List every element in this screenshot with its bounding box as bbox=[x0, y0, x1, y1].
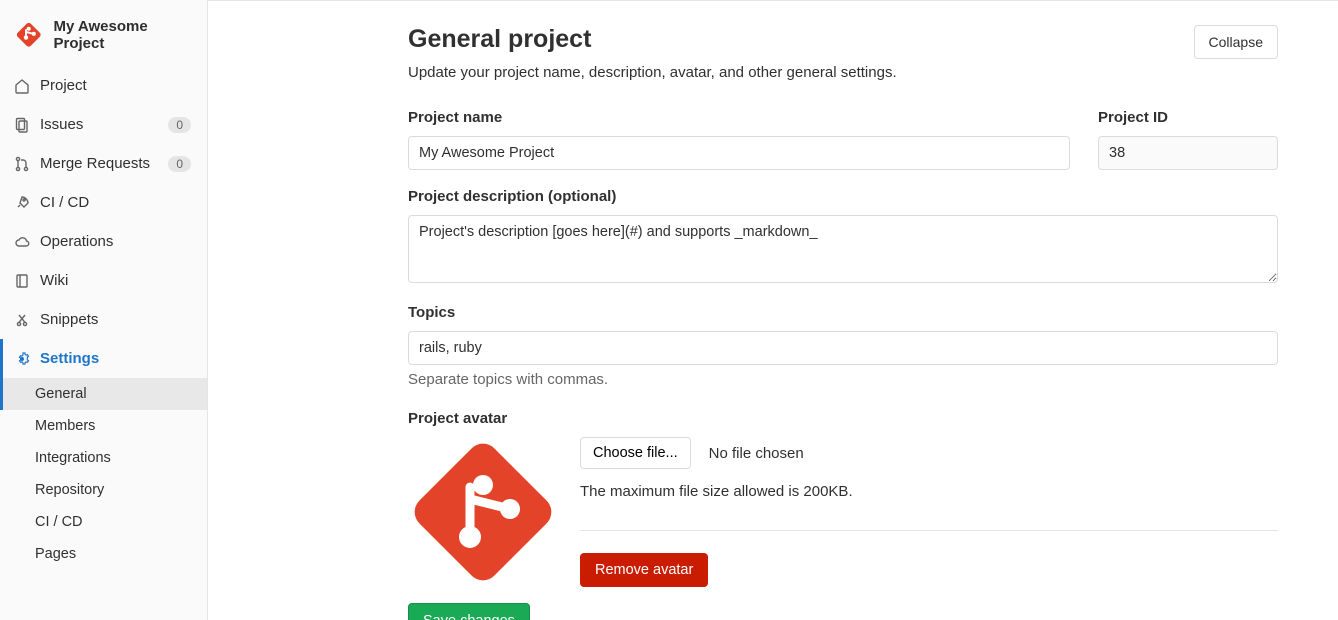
topics-input[interactable] bbox=[408, 331, 1278, 365]
sidebar-item-issues[interactable]: Issues 0 bbox=[0, 105, 207, 144]
topics-helper: Separate topics with commas. bbox=[408, 371, 1278, 388]
sidebar-item-label: Project bbox=[40, 77, 87, 94]
sidebar-item-cicd[interactable]: CI / CD bbox=[0, 183, 207, 222]
max-size-text: The maximum file size allowed is 200KB. bbox=[580, 483, 1278, 500]
file-status: No file chosen bbox=[709, 445, 804, 462]
cloud-icon bbox=[14, 234, 30, 250]
sidebar-item-merge-requests[interactable]: Merge Requests 0 bbox=[0, 144, 207, 183]
sidebar-item-label: Wiki bbox=[40, 272, 68, 289]
project-name-label: Project name bbox=[408, 109, 1070, 126]
rocket-icon bbox=[14, 195, 30, 211]
main-content: General project Update your project name… bbox=[208, 0, 1338, 620]
gear-icon bbox=[14, 351, 30, 367]
subnav-item-pages[interactable]: Pages bbox=[0, 538, 207, 570]
choose-file-button[interactable]: Choose file... bbox=[580, 437, 691, 469]
save-changes-button[interactable]: Save changes bbox=[408, 603, 530, 620]
description-label: Project description (optional) bbox=[408, 188, 1278, 205]
count-badge: 0 bbox=[168, 156, 191, 172]
sidebar-item-project[interactable]: Project bbox=[0, 66, 207, 105]
divider bbox=[580, 530, 1278, 531]
sidebar-item-label: Merge Requests bbox=[40, 155, 150, 172]
subnav-item-integrations[interactable]: Integrations bbox=[0, 442, 207, 474]
sidebar: My Awesome Project Project Issues 0 Merg… bbox=[0, 0, 208, 620]
count-badge: 0 bbox=[168, 117, 191, 133]
merge-icon bbox=[14, 156, 30, 172]
sidebar-item-label: Snippets bbox=[40, 311, 98, 328]
topics-label: Topics bbox=[408, 304, 1278, 321]
book-icon bbox=[14, 273, 30, 289]
git-icon bbox=[14, 19, 43, 51]
sidebar-item-wiki[interactable]: Wiki bbox=[0, 261, 207, 300]
project-name-input[interactable] bbox=[408, 136, 1070, 170]
sidebar-project-header[interactable]: My Awesome Project bbox=[0, 10, 207, 66]
avatar-label: Project avatar bbox=[408, 410, 1278, 427]
snippets-icon bbox=[14, 312, 30, 328]
subnav-item-repository[interactable]: Repository bbox=[0, 474, 207, 506]
subnav-item-members[interactable]: Members bbox=[0, 410, 207, 442]
subnav-item-cicd[interactable]: CI / CD bbox=[0, 506, 207, 538]
page-title: General project bbox=[408, 25, 897, 54]
issues-icon bbox=[14, 117, 30, 133]
description-textarea[interactable] bbox=[408, 215, 1278, 283]
remove-avatar-button[interactable]: Remove avatar bbox=[580, 553, 708, 587]
sidebar-item-snippets[interactable]: Snippets bbox=[0, 300, 207, 339]
sidebar-item-settings[interactable]: Settings bbox=[0, 339, 207, 378]
sidebar-item-label: Operations bbox=[40, 233, 113, 250]
sidebar-item-operations[interactable]: Operations bbox=[0, 222, 207, 261]
project-id-input bbox=[1098, 136, 1278, 170]
page-subtitle: Update your project name, description, a… bbox=[408, 64, 897, 81]
collapse-button[interactable]: Collapse bbox=[1194, 25, 1278, 59]
sidebar-item-label: Settings bbox=[40, 350, 99, 367]
home-icon bbox=[14, 78, 30, 94]
sidebar-item-label: Issues bbox=[40, 116, 83, 133]
settings-subnav: General Members Integrations Repository … bbox=[0, 378, 207, 570]
avatar-preview bbox=[408, 437, 558, 587]
project-id-label: Project ID bbox=[1098, 109, 1278, 126]
subnav-item-general[interactable]: General bbox=[0, 378, 207, 410]
sidebar-item-label: CI / CD bbox=[40, 194, 89, 211]
project-title: My Awesome Project bbox=[53, 18, 191, 52]
